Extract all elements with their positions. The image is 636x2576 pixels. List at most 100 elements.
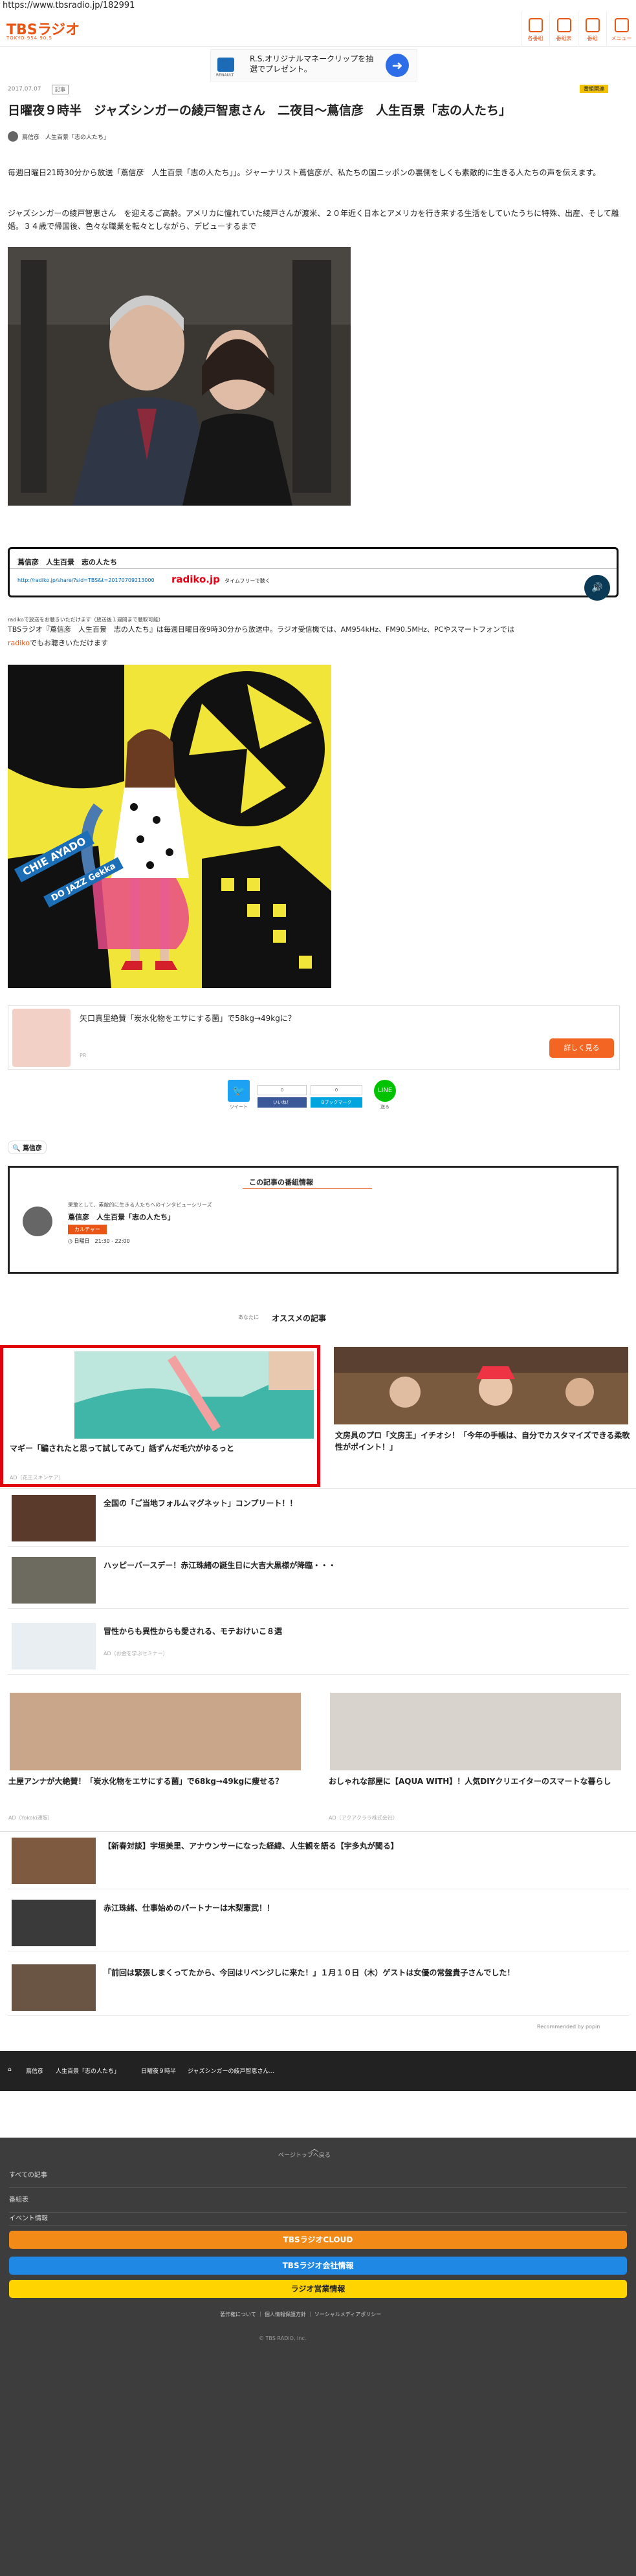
promo-title: 矢口真里絶賛「炭水化物をエサにする菌」で58kg→49kgに？: [80, 1014, 296, 1023]
divider: [0, 1488, 636, 1489]
program-box-heading: この記事の番組情報: [249, 1178, 313, 1186]
list-icon: [585, 18, 600, 32]
breadcrumb-item[interactable]: 日曜夜９時半: [141, 2066, 176, 2075]
url-bar[interactable]: https://www.tbsradio.jp/182991: [0, 0, 636, 12]
list-item[interactable]: ハッピーバースデー！赤江珠緒の誕生日に大吉大黒様が降臨・・・: [8, 1552, 629, 1609]
article-date: 2017.07.07: [8, 86, 41, 92]
genre-badge: カルチャー: [68, 1225, 107, 1234]
program-time: ◷ 日曜日 21:30 - 22:00: [68, 1238, 130, 1244]
radiko-url[interactable]: http://radiko.jp/share/?sid=TBS&t=201707…: [17, 577, 155, 583]
list-item[interactable]: 冒性からも異性からも愛される、モテおけいこ８選 AD（お金を学ぶセミナー）: [8, 1618, 629, 1675]
program-icon: [528, 18, 543, 32]
category-badge[interactable]: 番組関連: [580, 85, 608, 93]
promo-thumbnail: [12, 1009, 71, 1067]
breadcrumb-item[interactable]: 人生百景「志の人たち」: [56, 2066, 120, 2075]
feature-image: [334, 1347, 628, 1424]
heading-underline: [243, 1188, 372, 1189]
thumbnail: [12, 1557, 96, 1604]
nav-timetable[interactable]: 番組表: [549, 12, 578, 47]
author-avatar: [8, 131, 18, 142]
footer-small-links[interactable]: 著作権について ｜ 個人情報保護方針 ｜ ソーシャルメディアポリシー: [220, 2311, 381, 2318]
line-icon: LINE: [374, 1080, 396, 1102]
promo-card[interactable]: 矢口真里絶賛「炭水化物をエサにする菌」で58kg→49kgに？ PR 詳しく見る: [8, 1005, 620, 1070]
feature-article-right[interactable]: 文房具のプロ「文房王」イチオシ！「今年の手帳は、自分でカスタマイズできる柔軟性が…: [330, 1347, 634, 1486]
divider: [0, 1831, 636, 1832]
radiko-divider: [10, 568, 617, 569]
program-description: 果敢として、素敵的に生きる人たちへのインタビューシリーズ: [68, 1202, 212, 1208]
footer-link[interactable]: イベント情報: [9, 2213, 627, 2226]
tweet-button[interactable]: 🐦 ツイート: [224, 1080, 254, 1112]
like-count: 0: [258, 1085, 307, 1095]
thumbnail: [12, 1838, 96, 1884]
facebook-like[interactable]: 0 いいね！: [258, 1080, 307, 1112]
sales-info-button[interactable]: ラジオ営業情報: [9, 2280, 627, 2298]
search-icon: 🔍: [12, 1145, 21, 1152]
menu-icon: [614, 18, 629, 32]
list-item[interactable]: 「前回は緊張しまくってたから、今回はリベンジしに来た！」１月１０日（木）ゲストは…: [8, 1959, 629, 2016]
feature-image: [10, 1693, 301, 1770]
keyword-tag[interactable]: 🔍 蔦信彦: [8, 1141, 47, 1154]
radiko-logo: radiko.jp: [171, 574, 220, 585]
host-avatar: [23, 1207, 52, 1236]
breadcrumb-item[interactable]: 蔦信彦: [26, 2066, 43, 2075]
line-button[interactable]: LINE 送る: [370, 1080, 400, 1112]
timetable-icon: [556, 18, 571, 32]
recommended-by[interactable]: Recommended by popin: [537, 2024, 600, 2030]
radiko-link[interactable]: radiko: [8, 639, 30, 647]
feature-article[interactable]: 土屋アンナが大絶賛！「炭水化物をエサにする菌」で68kg→49kgに痩せる？ AD…: [3, 1693, 307, 1829]
ad-brand: RENAULT: [216, 73, 234, 78]
logo-subtitle: TOKYO 954 90.5: [6, 36, 52, 41]
site-header: TBSラジオ TOKYO 954 90.5 各番組 番組表 番組 メニュー: [0, 12, 636, 47]
feature-title: 文房具のプロ「文房王」イチオシ！「今年の手帳は、自分でカスタマイズできる柔軟性が…: [335, 1431, 630, 1452]
promo-button[interactable]: 詳しく見る: [549, 1038, 614, 1058]
hatena-bookmark[interactable]: 0 Bブックマーク: [311, 1080, 362, 1112]
recommend-tag: あなたに: [238, 1315, 259, 1320]
article-intro: ジャズシンガーの綾戸智恵さん を迎えるご高齢。アメリカに憧れていた綾戸さんが渡米…: [8, 209, 619, 231]
nav-programs[interactable]: 各番組: [521, 12, 549, 47]
article-title: 日曜夜９時半 ジャズシンガーの綾戸智恵さん 二夜目〜蔦信彦 人生百景「志の人たち…: [8, 103, 512, 118]
program-info-box[interactable]: この記事の番組情報 果敢として、素敵的に生きる人たちへのインタビューシリーズ 蔦…: [8, 1166, 619, 1274]
program-name[interactable]: 蔦信彦 人生百景「志の人たち」: [68, 1212, 175, 1222]
copyright: © TBS RADIO, Inc.: [259, 2335, 307, 2341]
radiko-player[interactable]: 蔦信彦 人生百景 志の人たち http://radiko.jp/share/?s…: [8, 547, 619, 601]
album-cover: CHIE AYADO DO JAZZ Gekka: [8, 665, 331, 988]
page-top-link[interactable]: ページトップへ戻る: [278, 2151, 331, 2159]
thumbnail: [12, 1964, 96, 2011]
radiko-link-line: radikoでもお聴きいただけます: [8, 639, 109, 647]
ad-banner[interactable]: RENAULT R.S.オリジナルマネークリップを抽選でプレゼント。 ➜: [210, 49, 417, 81]
radiko-title: 蔦信彦 人生百景 志の人たち: [17, 558, 117, 566]
twitter-icon: 🐦: [228, 1080, 250, 1102]
tbs-cloud-button[interactable]: TBSラジオCLOUD: [9, 2231, 627, 2249]
breadcrumb: ⌂ 蔦信彦 人生百景「志の人たち」 日曜夜９時半 ジャズシンガーの綾戸智恵さん.…: [0, 2051, 636, 2091]
feature-article[interactable]: おしゃれな部屋に【AQUA WITH】！人気DIYクリエイターのスマートな暮らし…: [323, 1693, 628, 1829]
breadcrumb-current: ジャズシンガーの綾戸智恵さん...: [188, 2068, 275, 2075]
home-icon[interactable]: ⌂: [8, 2066, 12, 2073]
like-label: いいね！: [258, 1097, 307, 1108]
nav-list[interactable]: 番組: [578, 12, 606, 47]
radiko-tagline: タイムフリーで聴く: [225, 578, 270, 584]
broadcast-info: TBSラジオ『蔦信彦 人生百景 志の人たち』は毎週日曜日夜9時30分から放送中。…: [8, 625, 514, 634]
ad-text: R.S.オリジナルマネークリップを抽選でプレゼント。: [250, 54, 374, 74]
thumbnail: [12, 1900, 96, 1946]
feature-image: [330, 1693, 621, 1770]
ad-arrow-icon[interactable]: ➜: [386, 54, 409, 77]
author-name[interactable]: 蔦信彦 人生百景「志の人たち」: [22, 133, 109, 141]
renault-logo: [217, 58, 234, 72]
list-item[interactable]: 【新春対談】宇垣美里、アナウンサーになった経緯、人生観を語る【宇多丸が聞る】: [8, 1832, 629, 1889]
feature-ad-label: AD（花王スキンケア）: [10, 1475, 64, 1481]
list-item[interactable]: 全国の「ご当地フォルムマグネット」コンプリート！！: [8, 1490, 629, 1547]
footer-link[interactable]: 番組表: [9, 2188, 627, 2213]
thumbnail: [12, 1495, 96, 1541]
feature-article-left[interactable]: マギー「騙されたと思って試してみて」話ずんだ毛穴がゆるっと AD（花王スキンケア…: [0, 1345, 320, 1487]
footer-link[interactable]: すべての記事: [9, 2163, 627, 2188]
guest-photo: [8, 247, 351, 506]
company-info-button[interactable]: TBSラジオ会社情報: [9, 2257, 627, 2275]
thumbnail: [12, 1623, 96, 1669]
nav-menu[interactable]: メニュー: [606, 12, 636, 47]
radiko-note: radikoで放送をお聴きいただけます（放送後１週間まで聴取可能）: [8, 617, 164, 623]
article-lead: 毎週日曜日21時30分から放送「蔦信彦 人生百景「志の人たち」」。ジャーナリスト…: [8, 168, 601, 177]
recommend-heading: オススメの記事: [272, 1314, 327, 1323]
hatena-label: Bブックマーク: [311, 1097, 362, 1108]
speaker-icon[interactable]: 🔊: [584, 575, 610, 601]
list-item[interactable]: 赤江珠緒、仕事始めのパートナーは木梨憲武！！: [8, 1894, 629, 1951]
